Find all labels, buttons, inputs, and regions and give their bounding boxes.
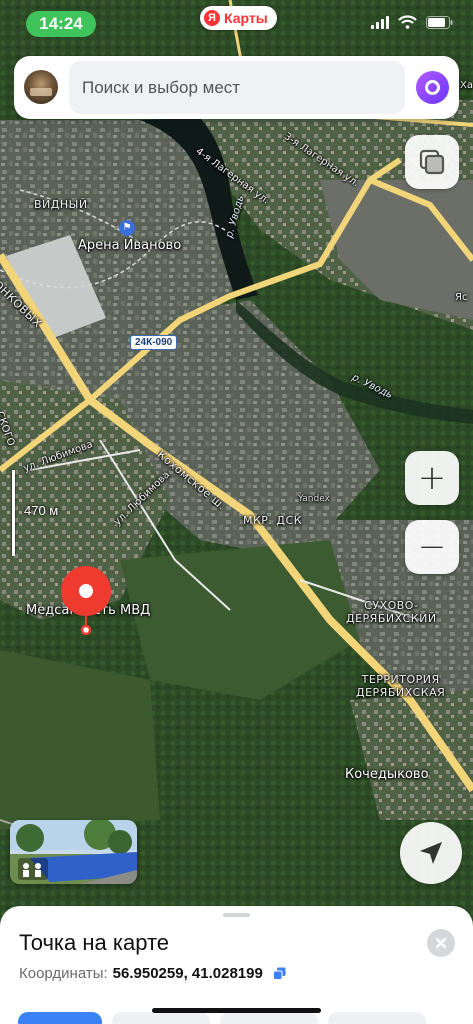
panorama-preview-image — [10, 820, 137, 884]
app-badge[interactable]: Я Карты — [200, 6, 277, 30]
search-input[interactable]: Поиск и выбор мест — [69, 61, 405, 114]
coordinates-label: Координаты: — [19, 965, 108, 982]
search-bar: Поиск и выбор мест — [14, 56, 459, 119]
route-button[interactable] — [18, 1012, 102, 1024]
bottom-sheet: Точка на карте Координаты: 56.950259, 41… — [0, 906, 473, 1024]
my-location-button[interactable] — [400, 822, 462, 884]
app-name: Карты — [224, 10, 268, 26]
cellular-signal-icon — [371, 16, 389, 29]
panorama-thumbnail[interactable] — [10, 820, 137, 884]
avatar[interactable] — [24, 70, 58, 104]
scale-bar — [12, 470, 15, 556]
sheet-title: Точка на карте — [19, 930, 170, 955]
navigation-arrow-icon — [420, 842, 442, 864]
sport-icon: ⚑ — [119, 220, 135, 236]
district-label-sukhovo: СУХОВО- ДЕРЯБИХСКИЙ — [346, 599, 437, 625]
sheet-drag-handle[interactable] — [223, 913, 250, 917]
wifi-icon — [398, 15, 417, 29]
location-pin-icon[interactable] — [60, 565, 112, 635]
status-time: 14:24 — [26, 11, 96, 37]
plus-icon: + — [417, 458, 447, 498]
coordinates-value[interactable]: 56.950259, 41.028199 — [113, 965, 263, 982]
alice-voice-button[interactable] — [416, 71, 449, 104]
action-button-3[interactable] — [220, 1012, 318, 1024]
district-label-mkr-dsk: МКР. ДСК — [243, 514, 303, 527]
sheet-action-buttons — [0, 1012, 473, 1024]
action-button-4[interactable] — [328, 1012, 426, 1024]
layers-button[interactable] — [405, 135, 459, 189]
zoom-in-button[interactable]: + — [405, 451, 459, 505]
zoom-out-button[interactable]: − — [405, 520, 459, 574]
status-icons — [371, 15, 453, 29]
home-indicator[interactable] — [152, 1008, 321, 1013]
close-icon — [435, 937, 447, 949]
close-button[interactable] — [427, 929, 455, 957]
action-button-2[interactable] — [112, 1012, 210, 1024]
battery-icon — [426, 16, 453, 29]
place-label-arena[interactable]: Арена Иваново — [78, 238, 181, 253]
scale-label: 470 м — [24, 503, 59, 518]
street-label-kha: Ха — [460, 80, 473, 91]
layers-icon — [419, 149, 445, 175]
coordinates-row: Координаты: 56.950259, 41.028199 — [19, 965, 286, 982]
copy-icon[interactable] — [272, 967, 286, 980]
minus-icon: − — [417, 527, 447, 567]
district-label-territoriya: ТЕРРИТОРИЯ ДЕРЯБИХСКАЯ — [356, 673, 446, 699]
place-label-kochedykovo[interactable]: Кочедыково — [345, 767, 429, 782]
street-label-yas: Яс — [455, 292, 468, 303]
district-label-vidny: ВИДНЫЙ — [34, 198, 88, 211]
yandex-logo-icon: Я — [204, 10, 220, 26]
building-label-yandex: Yandex — [298, 494, 330, 504]
status-bar: 14:24 Я Карты — [0, 0, 473, 44]
road-number-badge: 24К-090 — [130, 335, 178, 350]
